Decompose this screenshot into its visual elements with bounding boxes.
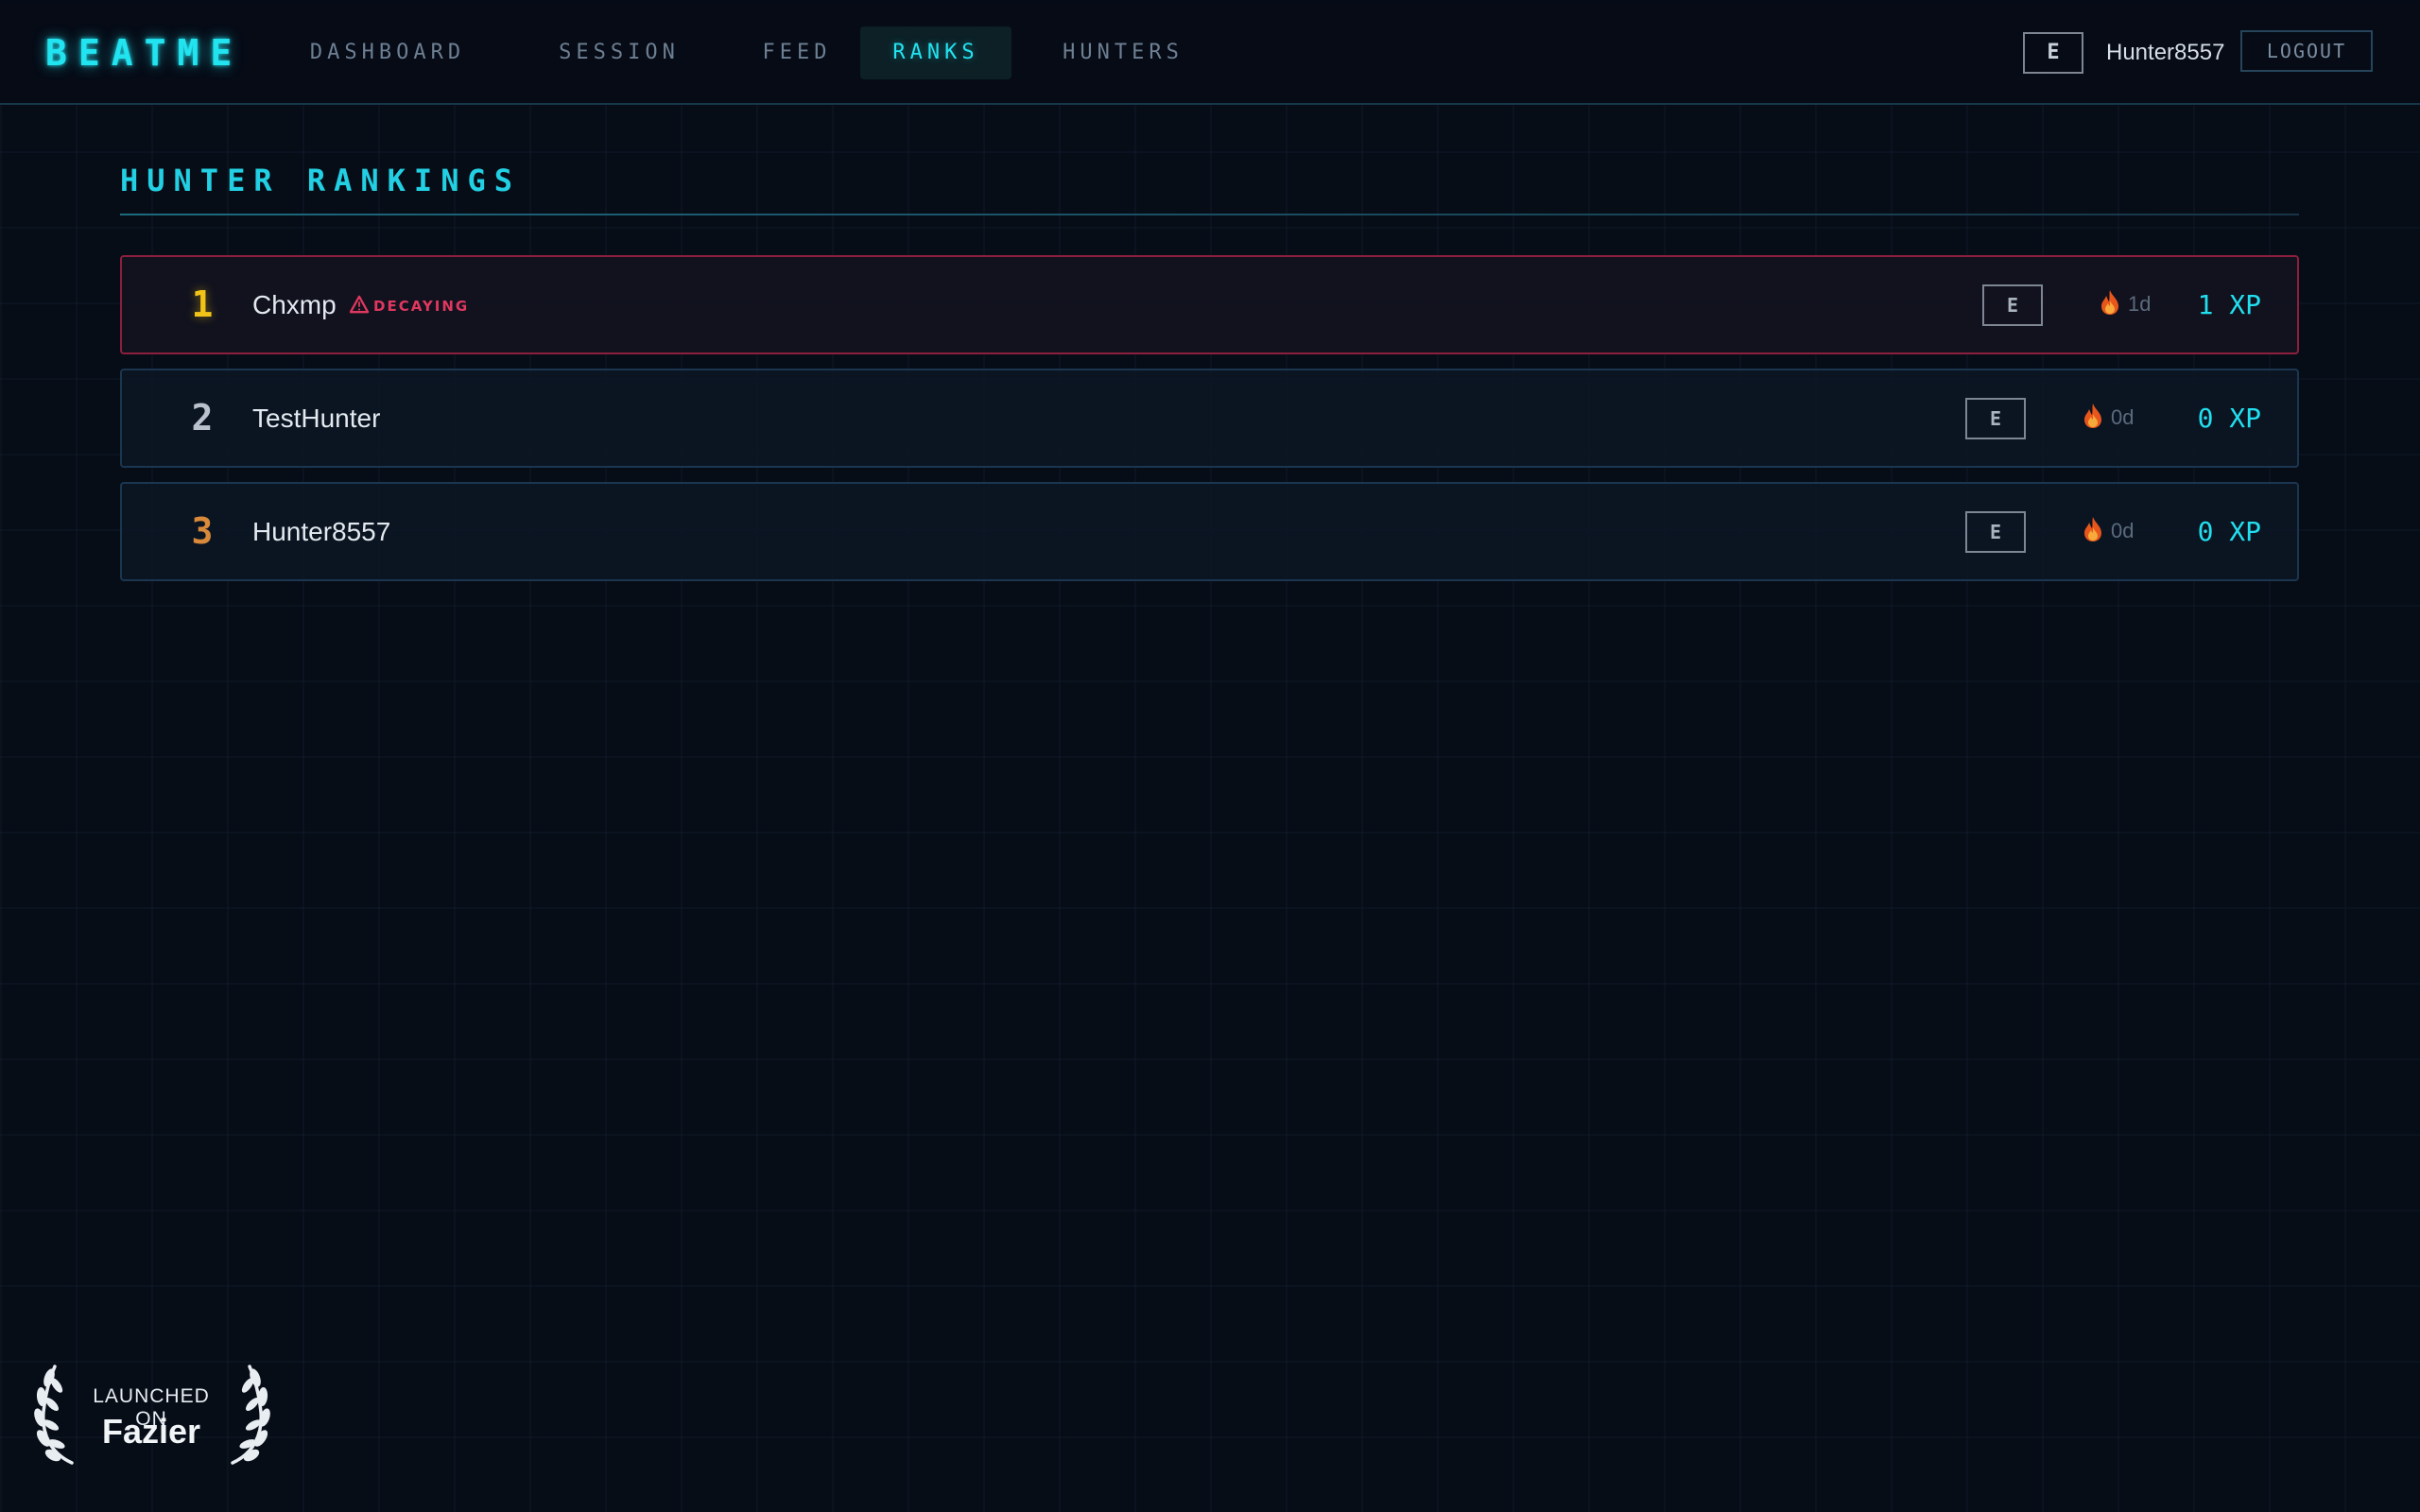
streak-value: 1d (2128, 292, 2152, 316)
laurel-icon (231, 1365, 270, 1465)
flame-icon (2084, 404, 2101, 428)
warning-icon (349, 295, 370, 314)
flame-icon (2101, 290, 2118, 315)
ranking-row[interactable]: 1 Chxmp DECAYING E 1d 1 XP (120, 255, 2299, 354)
streak-value: 0d (2111, 519, 2135, 542)
app-logo[interactable]: BEATME (45, 32, 243, 74)
hunter-rank-badge: E (1965, 511, 2026, 553)
rank-position: 2 (191, 397, 214, 438)
streak: 1d (2100, 285, 2151, 323)
user-name[interactable]: Hunter8557 (2106, 36, 2224, 70)
page-title: HUNTER RANKINGS (120, 163, 521, 198)
decaying-label: DECAYING (373, 298, 470, 315)
streak: 0d (2083, 512, 2134, 550)
xp-value: 1 XP (2197, 289, 2261, 320)
rank-position: 3 (191, 510, 214, 552)
hunter-rank-badge: E (1965, 398, 2026, 439)
nav-item-hunters[interactable]: HUNTERS (1040, 26, 1206, 79)
rank-position: 1 (191, 284, 214, 325)
streak: 0d (2083, 399, 2134, 437)
title-divider (120, 214, 2299, 215)
streak-value: 0d (2111, 405, 2135, 429)
xp-value: 0 XP (2197, 403, 2261, 434)
nav-item-ranks[interactable]: RANKS (860, 26, 1011, 79)
top-navigation-bar: BEATME DASHBOARD SESSION FEED RANKS HUNT… (0, 0, 2420, 105)
hunter-rank-badge: E (1982, 284, 2043, 326)
logout-button[interactable]: LOGOUT (2240, 30, 2373, 72)
badge-brand: Fazier (101, 1412, 201, 1451)
nav-item-dashboard[interactable]: DASHBOARD (289, 26, 486, 79)
decaying-status: DECAYING (349, 295, 469, 318)
hunter-name[interactable]: Hunter8557 (252, 484, 390, 579)
nav-item-session[interactable]: SESSION (535, 26, 703, 79)
ranking-row[interactable]: 2 TestHunter E 0d 0 XP (120, 369, 2299, 468)
hunter-name[interactable]: Chxmp (252, 257, 337, 352)
user-rank-badge: E (2023, 32, 2083, 74)
xp-value: 0 XP (2197, 516, 2261, 547)
ranking-row[interactable]: 3 Hunter8557 E 0d 0 XP (120, 482, 2299, 581)
nav-item-feed[interactable]: FEED (737, 26, 856, 79)
launched-on-fazier-badge[interactable]: LAUNCHED ON Fazier (34, 1363, 270, 1469)
flame-icon (2084, 517, 2101, 541)
hunter-name[interactable]: TestHunter (252, 370, 380, 466)
